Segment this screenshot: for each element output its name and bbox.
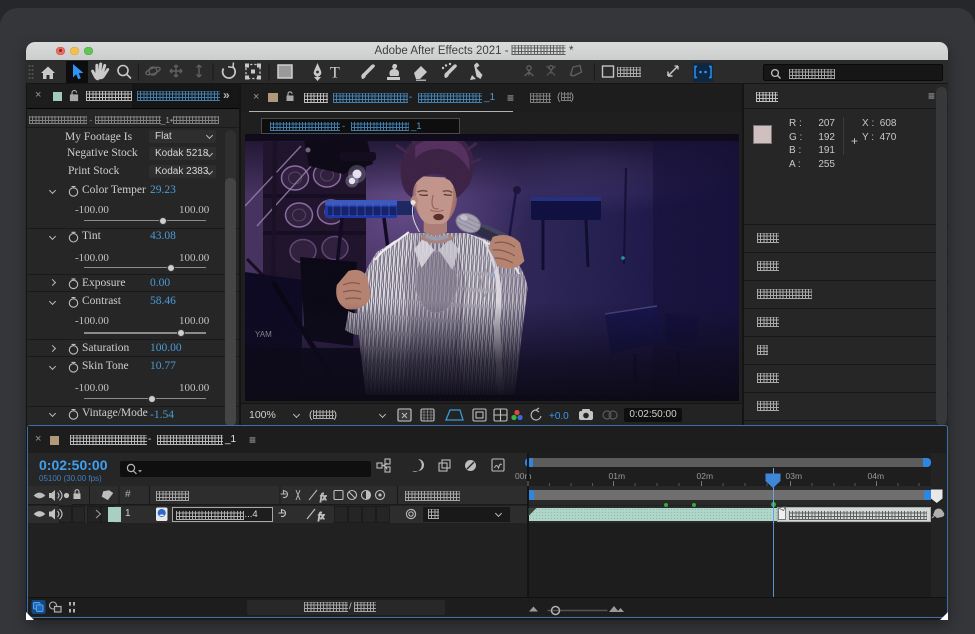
svg-text:fx: fx: [320, 492, 327, 502]
svg-text:T: T: [330, 65, 340, 82]
svg-text:fx: fx: [318, 511, 325, 521]
svg-text:+0.0: +0.0: [549, 411, 569, 422]
